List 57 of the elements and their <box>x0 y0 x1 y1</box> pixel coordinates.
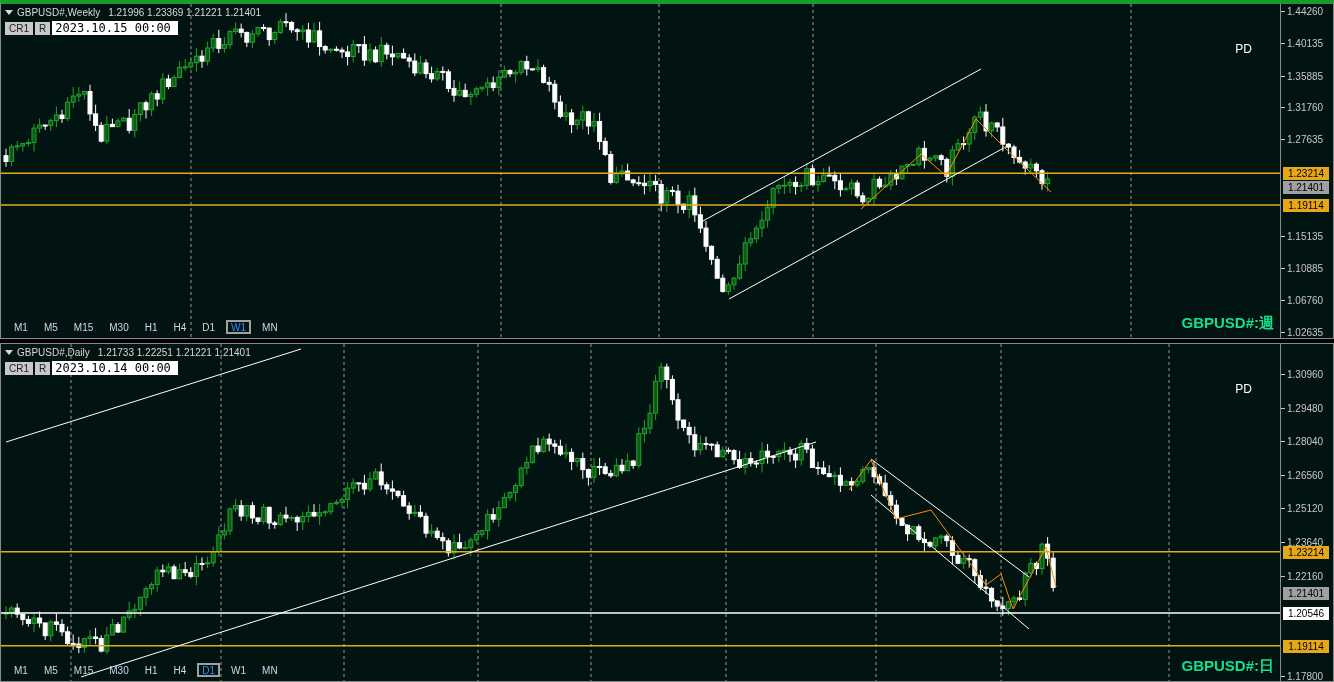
symbol-label: GBPUSD#:週 <box>1181 312 1274 333</box>
price-axis-label: 1.25120 <box>1281 501 1324 516</box>
price-axis-label: 1.28040 <box>1281 434 1324 449</box>
timeframe-tab[interactable]: M5 <box>38 663 63 677</box>
price-axis-label: 1.40135 <box>1281 35 1324 51</box>
price-axis-label: 1.02635 <box>1281 325 1324 340</box>
timeframe-tab[interactable]: D1 <box>197 663 221 677</box>
timeframe-tab[interactable]: H1 <box>139 320 163 334</box>
price-axis-label: 1.17800 <box>1281 669 1324 682</box>
timeframe-tab[interactable]: D1 <box>197 320 221 334</box>
price-axis-label: 1.26560 <box>1281 467 1324 483</box>
level-price-label: 1.19114 <box>1283 639 1329 653</box>
price-axis-label: 1.44260 <box>1281 4 1324 19</box>
price-axis-label: 1.15135 <box>1281 228 1324 244</box>
ohlc-values: 1.21733 1.22251 1.21221 1.21401 <box>97 346 251 360</box>
level-price-label: 1.23214 <box>1283 545 1329 559</box>
pd-label: PD <box>1235 41 1252 58</box>
chart-title: GBPUSD#,Daily <box>17 346 90 360</box>
timeframe-tab[interactable]: M15 <box>68 320 99 334</box>
price-axis-label: 1.22160 <box>1281 568 1324 584</box>
price-axis-label: 1.31760 <box>1281 100 1324 116</box>
timeframe-tab[interactable]: M1 <box>9 663 33 677</box>
level-price-label: 1.20546 <box>1283 606 1329 620</box>
chart-title: GBPUSD#,Weekly <box>17 6 101 20</box>
level-price-label: 1.23214 <box>1283 167 1329 181</box>
timeframe-tab[interactable]: M15 <box>68 663 99 677</box>
price-axis-label: 1.27635 <box>1281 132 1324 148</box>
pd-label: PD <box>1235 381 1252 398</box>
timeframe-tab[interactable]: W1 <box>226 320 252 334</box>
timeframe-tab[interactable]: MN <box>257 663 283 677</box>
level-price-label: 1.19114 <box>1283 198 1329 212</box>
timeframe-tab[interactable]: H4 <box>168 663 192 677</box>
bid-price-label: 1.21401 <box>1283 181 1329 195</box>
price-axis-label: 1.10885 <box>1281 261 1324 277</box>
timeframe-tab[interactable]: M30 <box>104 663 134 677</box>
price-axis-label: 1.30960 <box>1281 367 1324 382</box>
ohlc-values: 1.21996 1.23369 1.21221 1.21401 <box>108 6 262 20</box>
dropdown-triangle-icon[interactable] <box>5 349 13 356</box>
timeframe-tab[interactable]: M1 <box>9 320 33 334</box>
bid-price-label: 1.21401 <box>1283 587 1329 601</box>
chart-button[interactable]: CR1 <box>5 361 33 375</box>
timeframe-tab[interactable]: M5 <box>38 320 63 334</box>
timeframe-tab[interactable]: H4 <box>168 320 192 334</box>
chart-button[interactable]: R <box>35 361 51 375</box>
price-axis-label: 1.29480 <box>1281 400 1324 416</box>
timeframe-tab[interactable]: M30 <box>104 320 134 334</box>
date-field[interactable]: 2023.10.15 00:00 <box>52 21 179 35</box>
symbol-label: GBPUSD#:日 <box>1181 655 1274 676</box>
price-axis-label: 1.35885 <box>1281 68 1324 84</box>
price-axis-label: 1.06760 <box>1281 293 1324 309</box>
chart-button[interactable]: R <box>35 21 51 35</box>
timeframe-tab[interactable]: MN <box>257 320 283 334</box>
dropdown-triangle-icon[interactable] <box>5 9 13 16</box>
chart-button[interactable]: CR1 <box>5 21 33 35</box>
timeframe-tab[interactable]: H1 <box>139 663 163 677</box>
timeframe-tab[interactable]: W1 <box>226 663 252 677</box>
date-field[interactable]: 2023.10.14 00:00 <box>52 361 179 375</box>
